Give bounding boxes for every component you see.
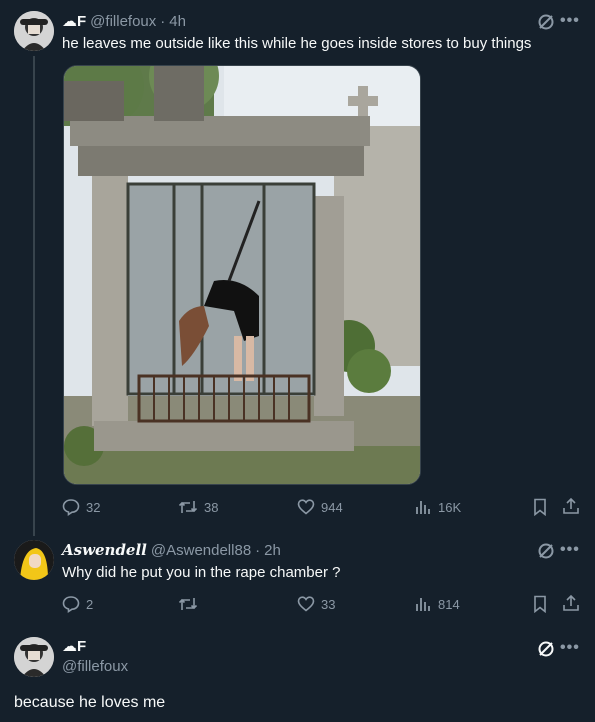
like-button[interactable]: 33 (297, 595, 335, 613)
more-options-icon[interactable]: ••• (560, 639, 580, 657)
bookmark-icon[interactable] (532, 595, 548, 618)
display-name[interactable]: ☁F (62, 12, 86, 30)
display-name[interactable]: ☁F (62, 637, 86, 655)
reply-icon (62, 499, 80, 516)
user-handle[interactable]: @fillefoux (90, 13, 156, 30)
like-count: 33 (321, 596, 336, 612)
separator-dot: · (255, 541, 261, 559)
views-icon (416, 501, 430, 514)
avatar[interactable] (14, 540, 54, 580)
timestamp[interactable]: 2h (264, 542, 281, 559)
retweet-count: 38 (204, 499, 219, 515)
tweet-text: Why did he put you in the rape chamber ? (62, 564, 341, 581)
view-count: 814 (438, 596, 460, 612)
views-button[interactable]: 814 (414, 595, 460, 613)
user-handle[interactable]: @fillefoux (62, 658, 128, 675)
grok-icon[interactable] (537, 13, 555, 36)
retweet-button[interactable]: 38 (178, 498, 218, 516)
reply-count: 2 (86, 596, 94, 612)
heart-icon (297, 596, 315, 612)
avatar[interactable] (14, 637, 54, 677)
bookmark-icon[interactable] (532, 498, 548, 521)
more-options-icon[interactable]: ••• (560, 541, 580, 559)
like-button[interactable]: 944 (297, 498, 343, 516)
tweet-text: he leaves me outside like this while he … (62, 35, 532, 52)
view-count: 16K (438, 499, 462, 515)
tweet-photo[interactable] (63, 65, 421, 485)
reply-icon (62, 596, 80, 613)
grok-icon[interactable] (537, 640, 555, 663)
more-options-icon[interactable]: ••• (560, 12, 580, 30)
heart-icon (297, 499, 315, 515)
retweet-icon (178, 501, 198, 513)
tweet-text: because he loves me (14, 694, 166, 711)
reply-count: 32 (86, 499, 101, 515)
timestamp[interactable]: 4h (169, 13, 186, 30)
retweet-button[interactable] (178, 595, 204, 613)
thread-line (33, 56, 35, 536)
separator-dot: · (160, 12, 166, 30)
views-button[interactable]: 16K (414, 498, 461, 516)
retweet-icon (178, 598, 198, 610)
avatar[interactable] (14, 11, 54, 51)
like-count: 944 (321, 499, 343, 515)
views-icon (416, 598, 430, 611)
reply-button[interactable]: 2 (62, 595, 93, 613)
reply-button[interactable]: 32 (62, 498, 100, 516)
display-name[interactable]: Aswendell (62, 541, 147, 559)
grok-icon[interactable] (537, 542, 555, 565)
user-handle[interactable]: @Aswendell88 (151, 542, 251, 559)
share-icon[interactable] (562, 497, 580, 520)
share-icon[interactable] (562, 594, 580, 617)
